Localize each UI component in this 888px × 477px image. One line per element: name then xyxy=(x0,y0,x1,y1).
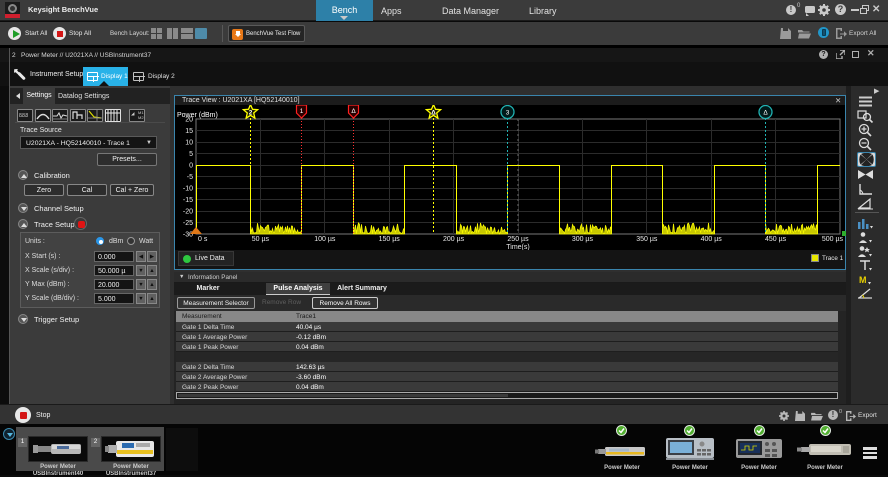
svg-text:-25: -25 xyxy=(183,220,193,227)
svg-text:M: M xyxy=(859,275,867,285)
svg-text:150 µs: 150 µs xyxy=(379,236,401,243)
svg-text:400 µs: 400 µs xyxy=(701,236,723,243)
svg-text:15: 15 xyxy=(185,128,193,135)
svg-text:-20: -20 xyxy=(183,208,193,215)
svg-text:50 µs: 50 µs xyxy=(252,236,270,243)
svg-text:2: 2 xyxy=(249,110,253,117)
svg-text:-5: -5 xyxy=(187,174,193,181)
svg-text:3: 3 xyxy=(506,110,510,117)
svg-text:10: 10 xyxy=(185,139,193,146)
svg-text:Δ: Δ xyxy=(351,108,356,115)
svg-text:0 s: 0 s xyxy=(198,236,208,243)
svg-text:Δ: Δ xyxy=(431,110,436,117)
svg-text:-10: -10 xyxy=(183,185,193,192)
svg-text:Power (dBm): Power (dBm) xyxy=(177,112,218,119)
svg-text:500 µs: 500 µs xyxy=(822,236,844,243)
svg-text:250 µs: 250 µs xyxy=(507,236,529,243)
svg-text:20: 20 xyxy=(185,116,193,123)
svg-text:5: 5 xyxy=(189,151,193,158)
svg-text:450 µs: 450 µs xyxy=(765,236,787,243)
svg-text:-15: -15 xyxy=(183,197,193,204)
svg-text:Δ: Δ xyxy=(763,110,768,117)
svg-text:0: 0 xyxy=(189,162,193,169)
svg-text:1: 1 xyxy=(300,108,304,115)
svg-text:100 µs: 100 µs xyxy=(314,236,336,243)
svg-text:200 µs: 200 µs xyxy=(443,236,465,243)
svg-text:300 µs: 300 µs xyxy=(572,236,594,243)
svg-text:350 µs: 350 µs xyxy=(636,236,658,243)
